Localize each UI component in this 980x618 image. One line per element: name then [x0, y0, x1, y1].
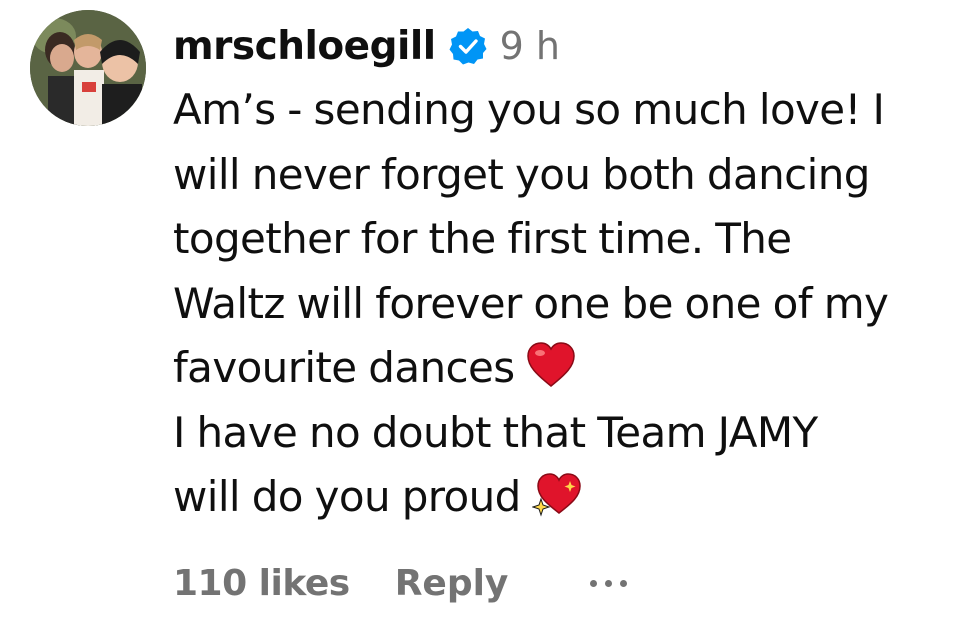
avatar[interactable]	[30, 10, 146, 126]
comment-line: favourite dances	[173, 343, 515, 392]
timestamp: 9 h	[499, 24, 560, 68]
comment-line: together for the first time. The	[173, 214, 792, 263]
comment-line: will never forget you both dancing	[173, 149, 870, 199]
likes-count[interactable]: 110 likes	[173, 563, 350, 604]
comment-line: I have no doubt that Team JAMY	[173, 407, 818, 457]
more-options-icon[interactable]	[590, 564, 628, 604]
reply-button[interactable]: Reply	[395, 563, 509, 604]
comment: mrschloegill 9 h Am’s - sending you so m…	[0, 0, 980, 618]
username-link[interactable]: mrschloegill	[173, 24, 436, 69]
avatar-image	[30, 10, 146, 126]
comment-line: will do you proud	[173, 472, 521, 521]
comment-line: Waltz will forever one be one of my	[173, 278, 889, 328]
sparkling-heart-icon	[532, 471, 582, 517]
comment-text: Am’s - sending you so much love! I will n…	[173, 78, 973, 530]
red-heart-icon	[526, 342, 576, 388]
comment-line-with-emoji: will do you proud	[173, 465, 973, 530]
comment-header: mrschloegill 9 h	[173, 14, 973, 78]
comment-line-with-emoji: favourite dances	[173, 336, 973, 401]
comment-body: mrschloegill 9 h Am’s - sending you so m…	[173, 14, 973, 530]
dot	[620, 580, 628, 587]
comment-line: Am’s - sending you so much love! I	[173, 85, 885, 134]
verified-badge-icon	[448, 26, 488, 66]
dot	[605, 580, 613, 587]
comment-footer: 110 likes Reply	[173, 563, 628, 604]
dot	[590, 580, 598, 587]
